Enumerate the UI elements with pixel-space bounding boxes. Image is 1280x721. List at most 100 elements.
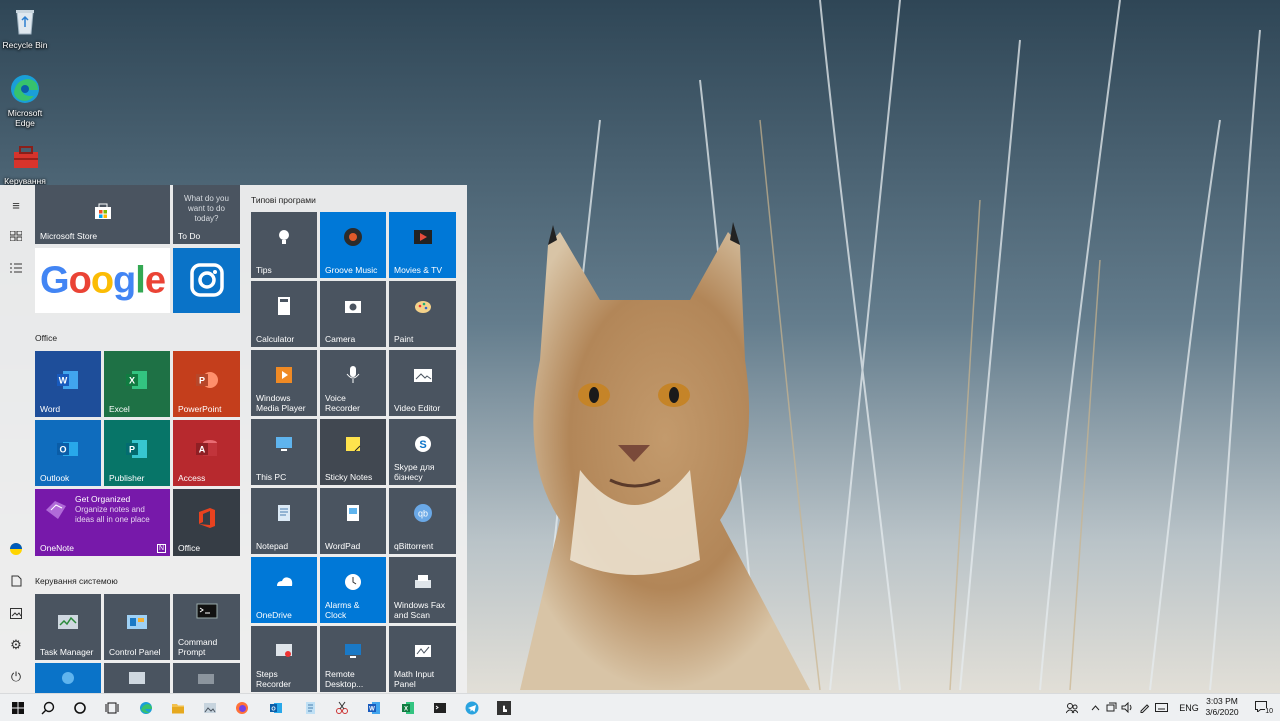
tile-control-panel[interactable]: Control Panel: [104, 594, 170, 660]
photo-viewer-icon[interactable]: [196, 694, 224, 721]
command-prompt-icon: [196, 603, 218, 621]
tile-label: Remote Desktop...: [325, 669, 364, 689]
outlook-icon[interactable]: O: [262, 694, 290, 721]
onenote-feature-icon: [43, 498, 69, 524]
touch-app-icon[interactable]: [490, 694, 518, 721]
terminal-icon[interactable]: [426, 694, 454, 721]
svg-text:P: P: [198, 375, 204, 385]
alarm-clock-icon: [343, 572, 363, 594]
firefox-icon[interactable]: [228, 694, 256, 721]
tile-app[interactable]: Tips: [251, 212, 317, 278]
edge-icon: [8, 72, 42, 106]
volume-icon[interactable]: [1120, 694, 1134, 721]
file-explorer-icon[interactable]: [164, 694, 192, 721]
keyboard-icon[interactable]: [1154, 694, 1168, 721]
tile-app[interactable]: Notepad: [251, 488, 317, 554]
tile-microsoft-store[interactable]: Microsoft Store: [35, 185, 170, 244]
search-icon[interactable]: [34, 694, 62, 721]
tile-app[interactable]: Math Input Panel: [389, 626, 456, 692]
tile-app[interactable]: Windows Media Player: [251, 350, 317, 416]
tile-app[interactable]: This PC: [251, 419, 317, 485]
tile-app[interactable]: Video Editor: [389, 350, 456, 416]
tile-app[interactable]: Windows Fax and Scan: [389, 557, 456, 623]
notification-center-button[interactable]: 10: [1251, 694, 1273, 721]
settings-icon[interactable]: ⚙: [6, 635, 26, 655]
window-icon: [197, 673, 215, 687]
tile-app[interactable]: Calculator: [251, 281, 317, 347]
telegram-icon[interactable]: [458, 694, 486, 721]
camera-icon: [343, 296, 363, 318]
ukraine-flag-icon[interactable]: [6, 539, 26, 559]
tile-label: Steps Recorder: [256, 669, 291, 689]
notepad-icon[interactable]: [296, 694, 324, 721]
microphone-icon: [343, 365, 363, 387]
pen-icon[interactable]: [1137, 694, 1151, 721]
pictures-icon[interactable]: [6, 603, 26, 623]
tile-app[interactable]: WordPad: [320, 488, 386, 554]
instagram-icon: [189, 262, 224, 299]
tile-powerpoint[interactable]: P PowerPoint: [173, 351, 240, 417]
onenote-badge-icon: N: [156, 544, 166, 553]
tile-app[interactable]: Voice Recorder: [320, 350, 386, 416]
onenote-description: Organize notes and ideas all in one plac…: [75, 505, 150, 524]
outlook-icon: O: [57, 439, 79, 461]
tile-excel[interactable]: X Excel: [104, 351, 170, 417]
windows-start-icon[interactable]: [4, 694, 32, 721]
remote-desktop-icon: [343, 641, 363, 663]
task-view-icon[interactable]: [98, 694, 126, 721]
svg-text:X: X: [404, 706, 408, 712]
taskbar: OWX ENG 3:03 PM 3/6/2020 10: [0, 693, 1280, 721]
tile-label: Command Prompt: [178, 637, 218, 657]
tile-outlook[interactable]: O Outlook: [35, 420, 101, 486]
tile-app[interactable]: S Skype для бізнесу: [389, 419, 456, 485]
tile-onenote[interactable]: Get Organized Organize notes and ideas a…: [35, 489, 170, 556]
tiles-view-icon[interactable]: [6, 226, 26, 246]
power-icon[interactable]: ⏻: [6, 667, 26, 687]
people-icon[interactable]: [1064, 694, 1080, 721]
access-icon: A: [195, 439, 218, 461]
tile-app[interactable]: Paint: [389, 281, 456, 347]
tile-label: Outlook: [40, 473, 70, 483]
tile-access[interactable]: A Access: [173, 420, 240, 486]
tile-google[interactable]: Google: [35, 248, 170, 313]
tile-task-manager[interactable]: Task Manager: [35, 594, 101, 660]
chevron-up-icon[interactable]: [1088, 694, 1102, 721]
toolbox-icon: [8, 140, 42, 174]
network-icon[interactable]: [1104, 694, 1118, 721]
desktop-icon-edge[interactable]: Microsoft Edge: [2, 72, 48, 128]
tile-label: Video Editor: [394, 403, 441, 413]
tile-label: qBittorrent: [394, 541, 434, 551]
tile-app[interactable]: Sticky Notes: [320, 419, 386, 485]
tile-app[interactable]: Camera: [320, 281, 386, 347]
desktop-icon-recycle-bin[interactable]: Recycle Bin: [2, 4, 48, 50]
groove-music-icon: [343, 227, 363, 249]
cortana-icon[interactable]: [66, 694, 94, 721]
tile-app[interactable]: qb qBittorrent: [389, 488, 456, 554]
system-clock[interactable]: 3:03 PM 3/6/2020: [1197, 696, 1247, 718]
tile-partial-3[interactable]: [173, 663, 240, 693]
word-icon[interactable]: W: [360, 694, 388, 721]
tile-word[interactable]: W Word: [35, 351, 101, 417]
excel-icon[interactable]: X: [394, 694, 422, 721]
tile-instagram[interactable]: [173, 248, 240, 313]
tile-app[interactable]: Groove Music: [320, 212, 386, 278]
tile-app[interactable]: Remote Desktop...: [320, 626, 386, 692]
all-apps-list-icon[interactable]: [6, 258, 26, 278]
tile-app[interactable]: Alarms & Clock: [320, 557, 386, 623]
globe-icon: [61, 671, 75, 687]
snipping-tool-icon[interactable]: [328, 694, 356, 721]
tile-partial-1[interactable]: [35, 663, 101, 693]
edge-icon[interactable]: [132, 694, 160, 721]
documents-icon[interactable]: [6, 571, 26, 591]
hamburger-menu-icon[interactable]: ≡: [6, 195, 26, 215]
tile-to-do[interactable]: What do you want to do today? To Do: [173, 185, 240, 244]
tile-app[interactable]: Steps Recorder: [251, 626, 317, 692]
tile-command-prompt[interactable]: Command Prompt: [173, 594, 240, 660]
tile-partial-2[interactable]: [104, 663, 170, 693]
tile-app[interactable]: Movies & TV: [389, 212, 456, 278]
desktop-icon-keruvannia[interactable]: Керування: [2, 140, 48, 186]
tile-app[interactable]: OneDrive: [251, 557, 317, 623]
tile-publisher[interactable]: P Publisher: [104, 420, 170, 486]
powerpoint-icon: P: [195, 370, 218, 392]
tile-office[interactable]: Office: [173, 489, 240, 556]
